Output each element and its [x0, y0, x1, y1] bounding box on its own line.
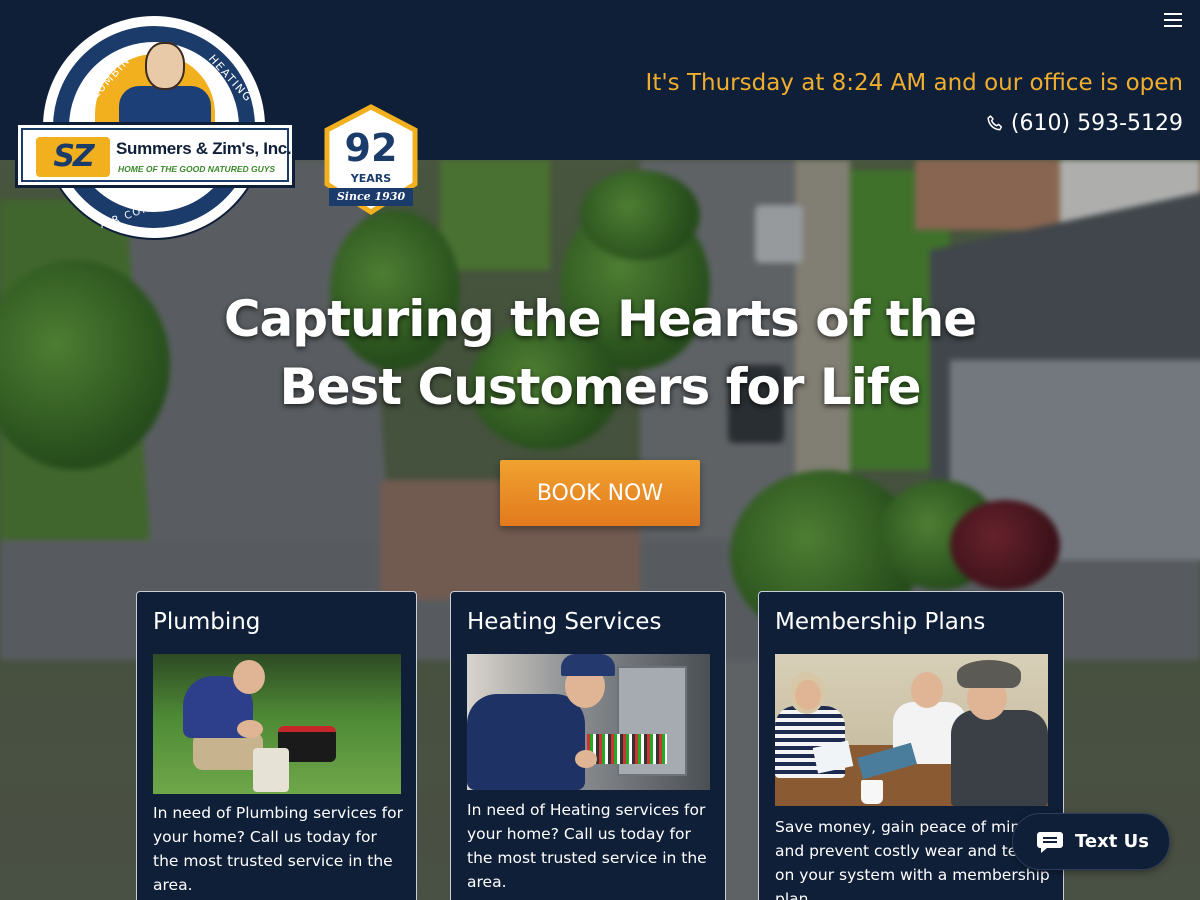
- card-title: Heating Services: [467, 609, 662, 635]
- years-badge: 92 YEARS Since 1930: [323, 104, 419, 216]
- heating-photo: [467, 654, 710, 790]
- service-card-heating[interactable]: Heating Services In need of Heating serv…: [450, 591, 726, 900]
- badge-years-number: 92: [344, 126, 398, 170]
- logo-tagline: HOME OF THE GOOD NATURED GUYS: [118, 164, 276, 174]
- badge-since-ribbon: Since 1930: [329, 188, 413, 206]
- hero-headline-line1: Capturing the Hearts of the: [223, 290, 977, 348]
- logo-company-name: Summers & Zim's, Inc.: [116, 139, 292, 158]
- card-title: Membership Plans: [775, 609, 986, 635]
- phone-link[interactable]: (610) 593-5129: [985, 111, 1183, 136]
- membership-photo: [775, 654, 1048, 806]
- hero-headline-line2: Best Customers for Life: [279, 358, 921, 416]
- card-title: Plumbing: [153, 609, 261, 635]
- chat-bubble-icon: [1037, 831, 1063, 853]
- hero-headline: Capturing the Hearts of the Best Custome…: [150, 285, 1050, 421]
- logo-banner: SZ Summers & Zim's, Inc. HOME OF THE GOO…: [15, 122, 295, 188]
- company-logo[interactable]: PLUMBING HEATING AIR CONDITIONING SZ Sum…: [15, 14, 295, 242]
- card-description: Save money, gain peace of mind and preve…: [775, 818, 1050, 900]
- logo-mascot-head: [145, 42, 185, 90]
- card-description: In need of Plumbing services for your ho…: [153, 804, 403, 894]
- office-status-text: It's Thursday at 8:24 AM and our office …: [645, 70, 1183, 96]
- card-description: In need of Heating services for your hom…: [467, 801, 707, 891]
- text-us-button[interactable]: Text Us: [1012, 813, 1170, 870]
- plumbing-photo: [153, 654, 401, 794]
- hamburger-menu-icon[interactable]: [1164, 13, 1182, 27]
- text-us-label: Text Us: [1075, 831, 1149, 852]
- phone-number: (610) 593-5129: [1010, 111, 1183, 136]
- service-card-plumbing[interactable]: Plumbing In need of Plumbing services fo…: [136, 591, 417, 900]
- book-now-button[interactable]: BOOK NOW: [500, 460, 700, 526]
- phone-icon: [987, 114, 1003, 130]
- badge-years-label: YEARS: [350, 172, 392, 185]
- logo-monogram: SZ: [36, 137, 110, 177]
